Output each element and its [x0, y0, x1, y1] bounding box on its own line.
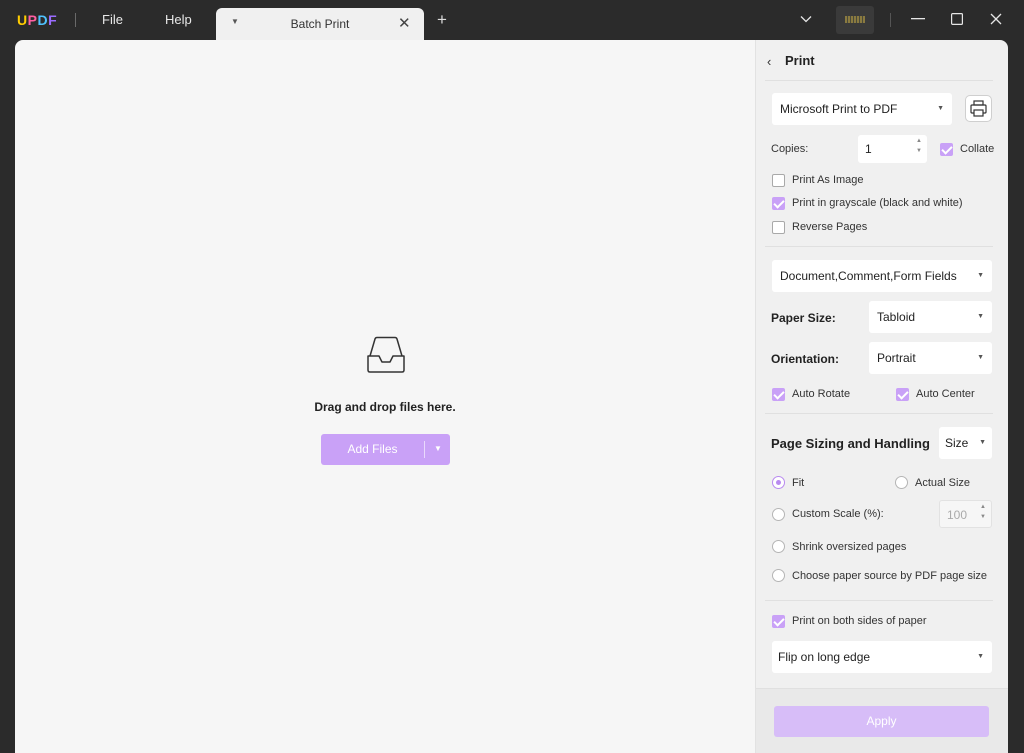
auto-center-checkbox[interactable] [896, 388, 909, 401]
close-tab-icon[interactable]: ✕ [398, 14, 411, 32]
panel-footer: Apply [756, 688, 1008, 753]
fit-radio[interactable] [772, 476, 785, 489]
inbox-tray-icon [367, 336, 405, 373]
drop-zone[interactable]: Drag and drop files here. Add Files ▼ [15, 40, 755, 753]
paper-source-label: Choose paper source by PDF page size [792, 570, 988, 582]
decrement-icon[interactable]: ▼ [980, 514, 986, 520]
auto-rotate-checkbox[interactable] [772, 388, 785, 401]
custom-scale-radio[interactable] [772, 508, 785, 521]
auto-center-label: Auto Center [916, 388, 975, 400]
maximize-icon[interactable] [951, 13, 963, 25]
reverse-pages-checkbox[interactable] [772, 221, 785, 234]
print-as-image-checkbox[interactable] [772, 174, 785, 187]
grayscale-checkbox[interactable] [772, 197, 785, 210]
fit-label: Fit [792, 477, 805, 489]
caret-down-icon: ▼ [977, 354, 984, 361]
content-select[interactable]: Document,Comment,Form Fields ▼ [772, 260, 992, 292]
close-window-icon[interactable] [990, 13, 1002, 25]
custom-scale-label: Custom Scale (%): [792, 508, 884, 520]
divider [765, 413, 993, 414]
paper-source-radio[interactable] [772, 569, 785, 582]
account-thumbnail[interactable] [836, 6, 874, 34]
add-files-button[interactable]: Add Files ▼ [321, 434, 450, 465]
orientation-value: Portrait [877, 351, 916, 365]
orientation-label: Orientation: [771, 352, 839, 366]
paper-size-label: Paper Size: [771, 311, 836, 325]
flip-select[interactable]: Flip on long edge ▼ [772, 641, 992, 673]
new-tab-icon[interactable]: + [437, 11, 447, 28]
collate-label: Collate [960, 143, 995, 155]
orientation-select[interactable]: Portrait ▼ [869, 342, 992, 374]
actual-size-label: Actual Size [915, 477, 971, 489]
chevron-down-icon[interactable]: ▼ [434, 444, 442, 453]
divider [890, 13, 891, 27]
actual-size-radio[interactable] [895, 476, 908, 489]
chevron-down-icon[interactable] [800, 13, 812, 25]
divider [765, 80, 993, 81]
caret-down-icon: ▼ [977, 313, 984, 320]
updf-logo: UPDF [17, 12, 57, 28]
drop-instructions: Drag and drop files here. [314, 400, 456, 414]
tab-title: Batch Print [290, 17, 350, 31]
custom-scale-stepper[interactable]: 100 ▲ ▼ [939, 500, 992, 528]
increment-icon[interactable]: ▲ [980, 504, 986, 510]
grayscale-label: Print in grayscale (black and white) [792, 197, 963, 209]
logo-letter-u: U [17, 12, 28, 28]
copies-stepper[interactable]: 1 ▲ ▼ [858, 135, 927, 163]
tab-batch-print[interactable]: ▼ Batch Print ✕ [216, 8, 424, 40]
content-value: Document,Comment,Form Fields [780, 269, 957, 283]
flip-value: Flip on long edge [778, 650, 871, 664]
logo-letter-f: F [48, 12, 58, 28]
collate-checkbox[interactable] [940, 143, 953, 156]
page-sizing-title: Page Sizing and Handling [771, 436, 930, 451]
both-sides-label: Print on both sides of paper [792, 615, 927, 627]
copies-value: 1 [865, 142, 872, 156]
title-bar: UPDF File Help ▼ Batch Print ✕ + [0, 0, 1024, 40]
minimize-icon[interactable] [911, 18, 925, 20]
divider [765, 246, 993, 247]
sizing-mode-value: Size [945, 436, 969, 450]
increment-icon[interactable]: ▲ [916, 138, 922, 144]
add-files-label: Add Files [347, 442, 398, 456]
sizing-mode-select[interactable]: Size ▼ [939, 427, 992, 459]
logo-letter-d: D [37, 12, 49, 28]
reverse-pages-label: Reverse Pages [792, 221, 868, 233]
caret-down-icon: ▼ [977, 272, 984, 279]
menu-help[interactable]: Help [165, 12, 192, 27]
paper-size-select[interactable]: Tabloid ▼ [869, 301, 992, 333]
back-icon[interactable]: ‹ [767, 54, 771, 69]
both-sides-checkbox[interactable] [772, 615, 785, 628]
printer-value: Microsoft Print to PDF [780, 102, 898, 116]
paper-size-value: Tabloid [877, 310, 916, 324]
panel-title: Print [785, 53, 815, 68]
divider [424, 441, 425, 458]
logo-letter-p: P [27, 12, 38, 28]
decrement-icon[interactable]: ▼ [916, 148, 922, 154]
apply-button[interactable]: Apply [774, 706, 989, 737]
auto-rotate-label: Auto Rotate [792, 388, 851, 400]
shrink-oversized-radio[interactable] [772, 540, 785, 553]
menu-file[interactable]: File [102, 12, 123, 27]
custom-scale-value: 100 [947, 508, 968, 522]
print-as-image-label: Print As Image [792, 174, 864, 186]
printer-select[interactable]: Microsoft Print to PDF ▼ [772, 93, 952, 125]
copies-label: Copies: [771, 143, 809, 155]
divider [75, 13, 76, 27]
caret-down-icon: ▼ [937, 105, 944, 112]
print-panel: ‹ Print Microsoft Print to PDF ▼ Copies:… [755, 40, 1008, 753]
shrink-oversized-label: Shrink oversized pages [792, 541, 907, 553]
divider [765, 600, 993, 601]
caret-down-icon: ▼ [979, 439, 986, 446]
printer-icon [970, 100, 987, 117]
printer-properties-button[interactable] [965, 95, 992, 122]
caret-down-icon: ▼ [977, 653, 984, 660]
